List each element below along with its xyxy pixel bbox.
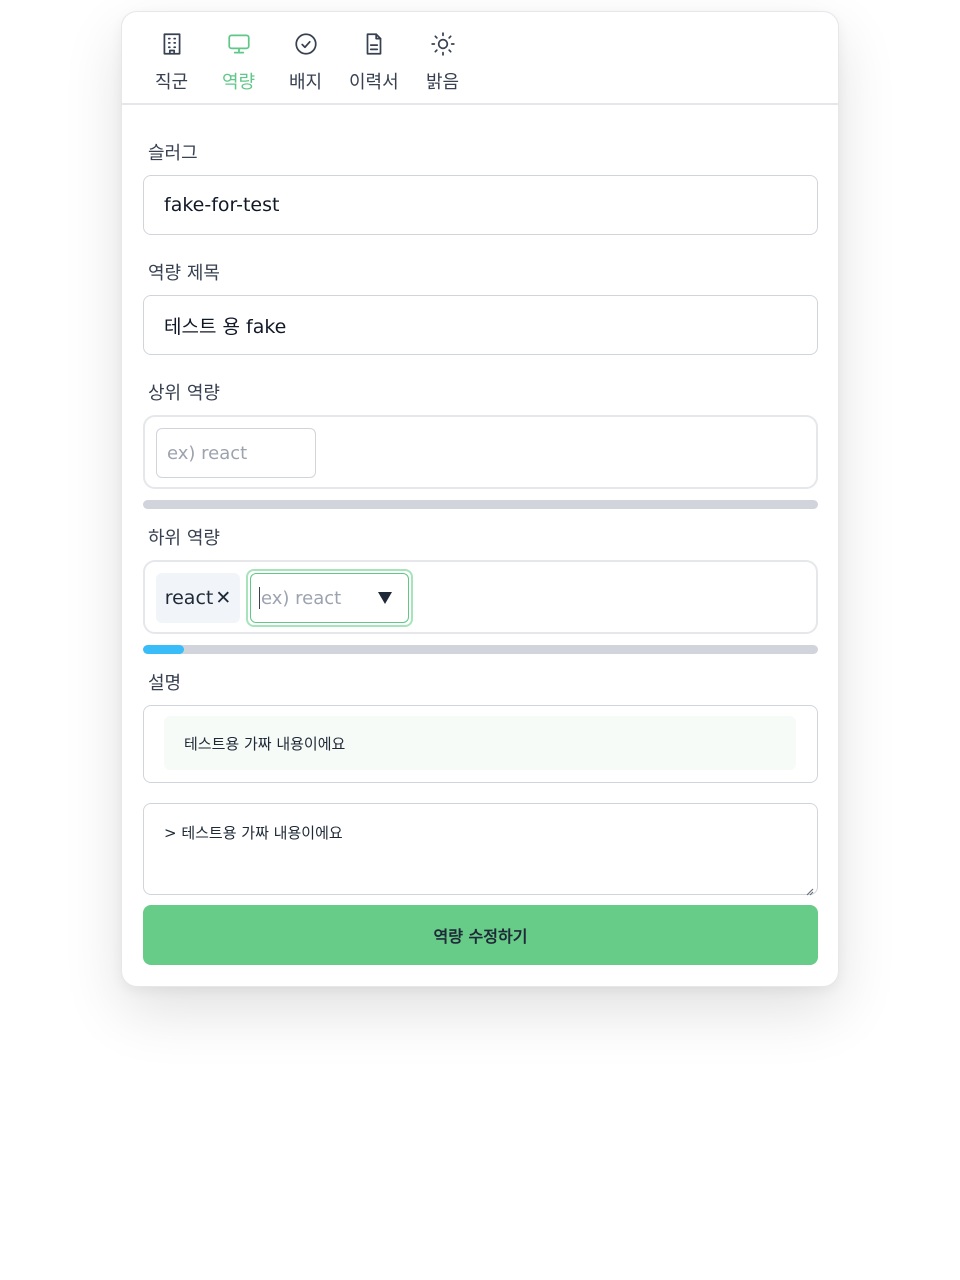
top-nav: 직군 역량 배지 이력서 밝음 [122, 12, 838, 105]
title-label: 역량 제목 [148, 263, 220, 284]
tag-chip: react ✕ [156, 573, 240, 623]
description-markdown: > 테스트용 가짜 내용이에요 [164, 824, 343, 842]
children-placeholder: ex) react [261, 587, 342, 609]
title-value: 테스트 용 fake [164, 315, 287, 338]
building-icon [158, 28, 186, 60]
children-label: 하위 역량 [148, 528, 220, 549]
children-select[interactable]: ex) react [246, 569, 413, 627]
preview-blockquote: 테스트용 가짜 내용이에요 [164, 716, 796, 770]
description-preview: 테스트용 가짜 내용이에요 [143, 705, 818, 783]
sun-icon [429, 28, 457, 60]
children-progress-fill [143, 645, 184, 654]
nav-item-label: 배지 [289, 72, 323, 93]
parent-input[interactable]: ex) react [156, 428, 316, 478]
competency-edit-card: 직군 역량 배지 이력서 밝음 슬러그 fake-for-test 역량 제목 … [121, 11, 839, 987]
children-tag-box: react ✕ ex) react [143, 560, 818, 634]
remove-tag-icon[interactable]: ✕ [215, 587, 231, 609]
nav-item-resume[interactable]: 이력서 [349, 28, 399, 100]
slug-input[interactable]: fake-for-test [143, 175, 818, 235]
nav-item-label: 이력서 [349, 72, 399, 93]
parent-tag-box: ex) react [143, 415, 818, 489]
nav-item-job[interactable]: 직군 [155, 28, 188, 100]
parent-progress-bar [143, 500, 818, 509]
document-icon [360, 28, 388, 60]
nav-item-competency[interactable]: 역량 [222, 28, 255, 100]
text-cursor [259, 587, 260, 609]
children-select-input[interactable]: ex) react [250, 573, 409, 623]
slug-label: 슬러그 [148, 143, 198, 164]
nav-item-label: 역량 [222, 72, 256, 93]
tag-chip-text: react [164, 587, 214, 609]
title-input[interactable]: 테스트 용 fake [143, 295, 818, 355]
monitor-icon [225, 28, 253, 60]
parent-label: 상위 역량 [148, 383, 220, 404]
description-textarea[interactable]: > 테스트용 가짜 내용이에요 [143, 803, 818, 896]
nav-item-label: 밝음 [426, 72, 460, 93]
children-progress-bar [143, 645, 818, 654]
badge-check-icon [292, 28, 320, 60]
nav-item-theme-light[interactable]: 밝음 [426, 28, 459, 100]
resize-handle-icon[interactable] [805, 882, 814, 896]
nav-item-label: 직군 [155, 72, 189, 93]
parent-placeholder: ex) react [167, 442, 248, 464]
description-label: 설명 [148, 673, 182, 694]
submit-button[interactable]: 역량 수정하기 [143, 905, 818, 965]
dropdown-arrow-icon[interactable] [378, 592, 392, 604]
preview-text: 테스트용 가짜 내용이에요 [184, 734, 346, 753]
slug-value: fake-for-test [164, 194, 280, 216]
nav-item-badge[interactable]: 배지 [289, 28, 322, 100]
